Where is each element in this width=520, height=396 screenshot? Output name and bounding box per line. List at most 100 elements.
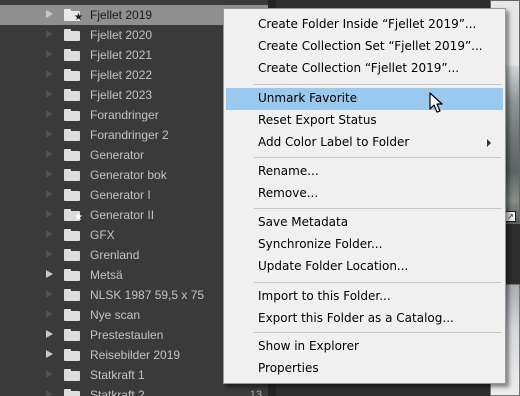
menu-separator	[254, 282, 501, 283]
menu-remove[interactable]: Remove...	[226, 183, 503, 205]
edit-badge-icon[interactable]: ↗	[505, 211, 516, 222]
menu-item-label: Create Collection Set “Fjellet 2019”...	[258, 39, 483, 53]
expand-arrow-icon[interactable]	[46, 370, 53, 378]
folder-name: Fjellet 2020	[90, 28, 153, 42]
folder-name: Fjellet 2022	[90, 68, 153, 82]
menu-export-as-catalog[interactable]: Export this Folder as a Catalog...	[226, 308, 503, 330]
menu-create-collection[interactable]: Create Collection “Fjellet 2019”...	[226, 58, 503, 80]
menu-item-label: Properties	[258, 361, 319, 375]
folder-name: Statkraft 2	[90, 388, 145, 396]
folder-icon	[64, 249, 80, 261]
menu-create-folder-inside[interactable]: Create Folder Inside “Fjellet 2019”...	[226, 14, 503, 36]
folder-name: Generator bok	[90, 168, 167, 182]
menu-item-label: Synchronize Folder...	[258, 237, 383, 251]
folder-icon	[64, 289, 80, 301]
menu-reset-export-status[interactable]: Reset Export Status	[226, 110, 503, 132]
expand-arrow-icon[interactable]	[46, 190, 53, 198]
menu-separator	[254, 157, 501, 158]
menu-separator	[254, 208, 501, 209]
folder-name: Grenland	[90, 248, 140, 262]
menu-unmark-favorite[interactable]: Unmark Favorite	[226, 88, 503, 110]
menu-item-label: Show in Explorer	[258, 339, 359, 353]
folder-name: NLSK 1987 59,5 x 75	[90, 288, 205, 302]
folder-icon	[64, 369, 80, 381]
folder-icon	[64, 309, 80, 321]
menu-item-label: Save Metadata	[258, 215, 349, 229]
folder-name: Metsä	[90, 268, 123, 282]
expand-arrow-icon[interactable]	[46, 390, 53, 396]
folder-name: Forandringer 2	[90, 128, 169, 142]
menu-synchronize-folder[interactable]: Synchronize Folder...	[226, 234, 503, 256]
folder-icon: ★	[64, 9, 83, 23]
expand-arrow-icon[interactable]	[46, 10, 53, 18]
folder-context-menu: Create Folder Inside “Fjellet 2019”... C…	[223, 8, 506, 384]
menu-item-label: Update Folder Location...	[258, 259, 409, 273]
folder-name: Fjellet 2023	[90, 88, 153, 102]
menu-save-metadata[interactable]: Save Metadata	[226, 212, 503, 234]
menu-item-label: Create Folder Inside “Fjellet 2019”...	[258, 17, 477, 31]
menu-rename[interactable]: Rename...	[226, 161, 503, 183]
expand-arrow-icon[interactable]	[46, 210, 53, 218]
submenu-arrow-icon	[487, 139, 491, 147]
expand-arrow-icon[interactable]	[46, 30, 53, 38]
folder-icon	[64, 149, 80, 161]
menu-update-folder-location[interactable]: Update Folder Location...	[226, 256, 503, 278]
folder-icon	[64, 229, 80, 241]
folder-icon	[64, 269, 80, 281]
menu-create-collection-set[interactable]: Create Collection Set “Fjellet 2019”...	[226, 36, 503, 58]
folder-icon	[64, 389, 80, 396]
folder-name: Generator I	[90, 188, 151, 202]
menu-item-label: Export this Folder as a Catalog...	[258, 311, 454, 325]
folder-name: Generator	[90, 148, 145, 162]
folder-name: Generator II	[90, 208, 155, 222]
menu-item-label: Remove...	[258, 186, 319, 200]
folder-icon	[64, 129, 80, 141]
mouse-pointer-icon	[429, 92, 443, 113]
folder-name: Fjellet 2021	[90, 48, 153, 62]
menu-properties[interactable]: Properties	[226, 358, 503, 380]
expand-arrow-icon[interactable]	[46, 130, 53, 138]
expand-arrow-icon[interactable]	[46, 330, 53, 338]
menu-show-in-explorer[interactable]: Show in Explorer	[226, 336, 503, 358]
expand-arrow-icon[interactable]	[46, 290, 53, 298]
expand-arrow-icon[interactable]	[46, 150, 53, 158]
folder-name: Prestestaulen	[90, 328, 164, 342]
menu-item-label: Reset Export Status	[258, 113, 377, 127]
expand-arrow-icon[interactable]	[46, 230, 53, 238]
menu-item-label: Rename...	[258, 164, 319, 178]
folder-icon: ★	[64, 209, 83, 223]
folder-icon	[64, 89, 80, 101]
expand-arrow-icon[interactable]	[46, 250, 53, 258]
menu-separator	[254, 332, 501, 333]
menu-item-label: Create Collection “Fjellet 2019”...	[258, 61, 460, 75]
folder-icon	[64, 69, 80, 81]
folder-row-statkraft-2[interactable]: Statkraft 2 13	[0, 385, 268, 396]
folder-name: Statkraft 1	[90, 368, 145, 382]
folder-name: Forandringer	[90, 108, 159, 122]
expand-arrow-icon[interactable]	[46, 50, 53, 58]
folder-photo-count: 13	[249, 389, 262, 396]
expand-arrow-icon[interactable]	[46, 70, 53, 78]
folder-icon	[64, 329, 80, 341]
favorite-star-icon: ★	[74, 12, 83, 23]
menu-add-color-label[interactable]: Add Color Label to Folder	[226, 132, 503, 154]
expand-arrow-icon[interactable]	[46, 90, 53, 98]
expand-arrow-icon[interactable]	[46, 110, 53, 118]
folder-icon	[64, 49, 80, 61]
folder-icon	[64, 29, 80, 41]
expand-arrow-icon[interactable]	[46, 350, 53, 358]
expand-arrow-icon[interactable]	[46, 270, 53, 278]
folder-name: Reisebilder 2019	[90, 348, 181, 362]
expand-arrow-icon[interactable]	[46, 310, 53, 318]
expand-arrow-icon[interactable]	[46, 170, 53, 178]
folder-name: Fjellet 2019	[90, 8, 153, 22]
folder-name: Nye scan	[90, 308, 141, 322]
menu-item-label: Add Color Label to Folder	[258, 135, 410, 149]
folder-icon	[64, 109, 80, 121]
menu-item-label: Unmark Favorite	[258, 91, 358, 105]
menu-separator	[254, 84, 501, 85]
menu-import-to-folder[interactable]: Import to this Folder...	[226, 286, 503, 308]
folder-name: GFX	[90, 228, 115, 242]
favorite-star-icon: ★	[74, 212, 83, 223]
menu-item-label: Import to this Folder...	[258, 289, 391, 303]
